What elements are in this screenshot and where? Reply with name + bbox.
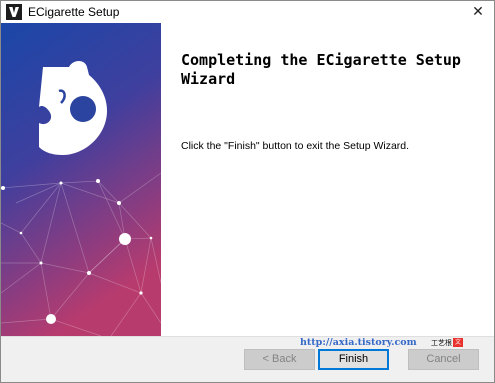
wizard-side-image	[1, 23, 161, 336]
page-heading: Completing the ECigarette Setup Wizard	[181, 51, 461, 88]
finish-button[interactable]: Finish	[318, 349, 389, 370]
watermark-suffix: 工艺根	[431, 339, 452, 347]
button-bar: http://axia.tistory.com 工艺根 文 < Back Fin…	[1, 336, 494, 382]
window-title: ECigarette Setup	[28, 5, 120, 19]
title-bar[interactable]: ECigarette Setup ✕	[1, 1, 494, 23]
cancel-button[interactable]: Cancel	[408, 349, 479, 370]
setup-window: ECigarette Setup ✕ Completing the ECigar…	[0, 0, 495, 383]
watermark-url: http://axia.tistory.com	[300, 337, 417, 348]
instruction-text: Click the "Finish" button to exit the Se…	[181, 140, 410, 152]
close-button[interactable]: ✕	[462, 1, 494, 23]
watermark-badge: 文	[453, 338, 463, 347]
app-icon	[6, 4, 22, 20]
back-button[interactable]: < Back	[244, 349, 315, 370]
wizard-content: Completing the ECigarette Setup Wizard C…	[161, 23, 494, 336]
